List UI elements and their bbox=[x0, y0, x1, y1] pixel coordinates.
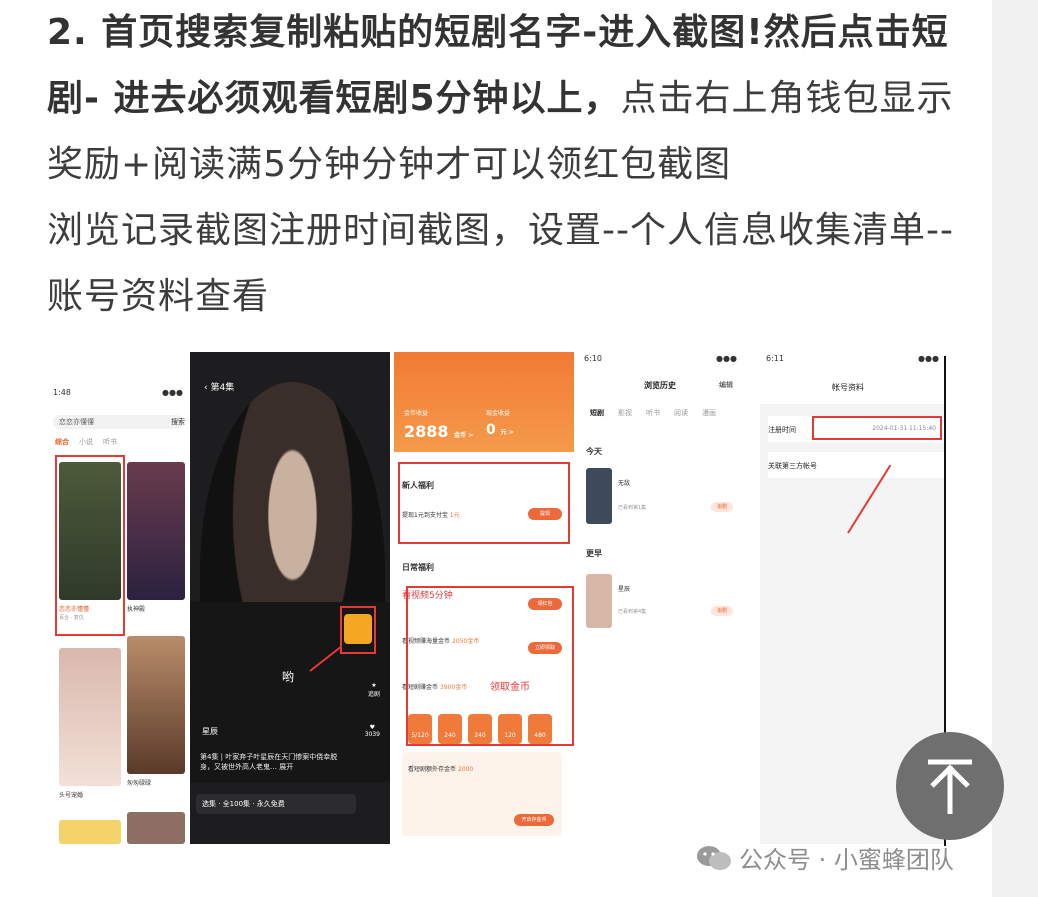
drama-cover-3[interactable] bbox=[59, 648, 121, 786]
watermark-text: 公众号 · 小蜜蜂团队 bbox=[739, 846, 954, 874]
drama-name: 星辰 bbox=[202, 727, 218, 736]
screen-history: 6:10 ●●● 浏览历史 编辑 短剧 影视 听书 阅读 漫画 今天 无敌 已看到… bbox=[578, 352, 743, 844]
drama-title-3: 头号宠婚 bbox=[59, 792, 84, 799]
screen-rewards: 金币收益 2888 金币 > 现金收益 0 元 > 新人福利 提现1元到支付宝 … bbox=[394, 352, 574, 844]
episode-description: 第4集 | 叶家弃子叶星辰在天门惨案中侥幸脱身，又被世外高人老鬼… 展开 bbox=[200, 753, 338, 771]
episode-selector[interactable]: 选集 · 全100集 · 永久免费 bbox=[196, 794, 356, 814]
drama-cover-5[interactable] bbox=[59, 820, 121, 844]
tab-drama[interactable]: 短剧 bbox=[590, 408, 604, 418]
drama-cover-4[interactable] bbox=[127, 636, 185, 774]
history-sub-1: 已看到第1集 bbox=[618, 505, 647, 511]
search-input[interactable]: 恋恋亦懂懂 搜索 bbox=[53, 415, 185, 429]
tab-novel[interactable]: 小说 bbox=[79, 437, 93, 447]
arrow-up-icon bbox=[928, 759, 972, 814]
highlight-new-user bbox=[398, 462, 570, 544]
follow-button[interactable]: ★ 追剧 bbox=[368, 682, 380, 698]
composite-screenshot: 1:48 ●●● 恋恋亦懂懂 搜索 综合 小说 听书 恋恋亦懂懂 百合 · 复仇 … bbox=[47, 352, 947, 847]
cash-label: 现金收益 bbox=[486, 410, 511, 417]
coins-label: 金币收益 bbox=[404, 410, 429, 417]
status-bar: 1:48 ●●● bbox=[53, 388, 183, 397]
article: 2. 首页搜索复制粘贴的短剧名字-进入截图!然后点击短剧- 进去必须观看短剧5分… bbox=[0, 0, 992, 897]
promo-title: 看短剧额外存金币 2000 bbox=[408, 766, 474, 773]
section-today: 今天 bbox=[586, 447, 602, 456]
history-title-1: 无敌 bbox=[618, 480, 631, 487]
history-follow-2[interactable]: 追剧 bbox=[711, 606, 733, 616]
daily-section: 日常福利 bbox=[402, 563, 434, 572]
highlight-daily bbox=[406, 586, 574, 746]
status-bar: 6:11 ●●● bbox=[766, 354, 939, 363]
status-bar: 6:10 ●●● bbox=[584, 354, 737, 363]
tab-video[interactable]: 影视 bbox=[618, 408, 632, 418]
history-follow-1[interactable]: 追剧 bbox=[711, 502, 733, 512]
paragraph-history: 浏览记录截图注册时间截图，设置--个人信息收集清单--账号资料查看 bbox=[47, 210, 954, 317]
drama-title-2: 执神殿 bbox=[127, 606, 146, 613]
page-title: 帐号资料 bbox=[832, 383, 864, 392]
back-to-top-button[interactable] bbox=[896, 732, 1004, 840]
highlight-first-result bbox=[55, 455, 125, 636]
result-tabs: 综合 小说 听书 bbox=[55, 437, 181, 447]
promo-card[interactable]: 看短剧额外存金币 2000 开启存金币 bbox=[402, 752, 562, 836]
drama-title-4: 匆匆碌碌 bbox=[127, 780, 152, 787]
drama-cover-6[interactable] bbox=[127, 812, 185, 844]
history-cover-1[interactable] bbox=[586, 468, 612, 524]
like-button[interactable]: ♥ 3039 bbox=[365, 724, 380, 738]
screen-video-player: ‹ 第4集 哟 ★ 追剧 ♥ 3039 星辰 第4集 | 叶家弃子叶星辰在天门惨案中… bbox=[190, 352, 390, 844]
tab-comics[interactable]: 漫画 bbox=[702, 408, 716, 418]
page-title: 浏览历史 bbox=[644, 381, 676, 390]
watermark: 公众号 · 小蜜蜂团队 bbox=[695, 840, 954, 875]
subtitle-text: 哟 bbox=[282, 670, 295, 684]
episode-title: ‹ 第4集 bbox=[204, 383, 235, 393]
edit-button[interactable]: 编辑 bbox=[719, 380, 733, 390]
cash-value: 0 元 > bbox=[486, 422, 514, 438]
third-party-row[interactable]: 关联第三方帐号 bbox=[768, 452, 945, 478]
screen-search-results: 1:48 ●●● 恋恋亦懂懂 搜索 综合 小说 听书 恋恋亦懂懂 百合 · 复仇 … bbox=[47, 352, 189, 844]
paragraph-step2: 2. 首页搜索复制粘贴的短剧名字-进入截图!然后点击短剧- 进去必须观看短剧5分… bbox=[47, 0, 967, 198]
tab-audio[interactable]: 听书 bbox=[103, 437, 117, 447]
history-tabs: 短剧 影视 听书 阅读 漫画 bbox=[590, 408, 716, 418]
history-sub-2: 已看到第4集 bbox=[618, 609, 647, 615]
promo-button[interactable]: 开启存金币 bbox=[514, 814, 554, 826]
highlight-register-time bbox=[812, 416, 942, 440]
history-title-2: 星辰 bbox=[618, 586, 631, 593]
section-earlier: 更早 bbox=[586, 549, 602, 558]
search-button[interactable]: 搜索 bbox=[171, 417, 185, 427]
history-cover-2[interactable] bbox=[586, 574, 612, 628]
wechat-icon bbox=[695, 844, 733, 872]
tab-audio[interactable]: 听书 bbox=[646, 408, 660, 418]
drama-cover-2[interactable] bbox=[127, 462, 185, 600]
tab-reading[interactable]: 阅读 bbox=[674, 408, 688, 418]
tab-all[interactable]: 综合 bbox=[55, 437, 69, 447]
highlight-wallet bbox=[340, 606, 376, 654]
coins-value: 2888 金币 > bbox=[404, 422, 474, 441]
